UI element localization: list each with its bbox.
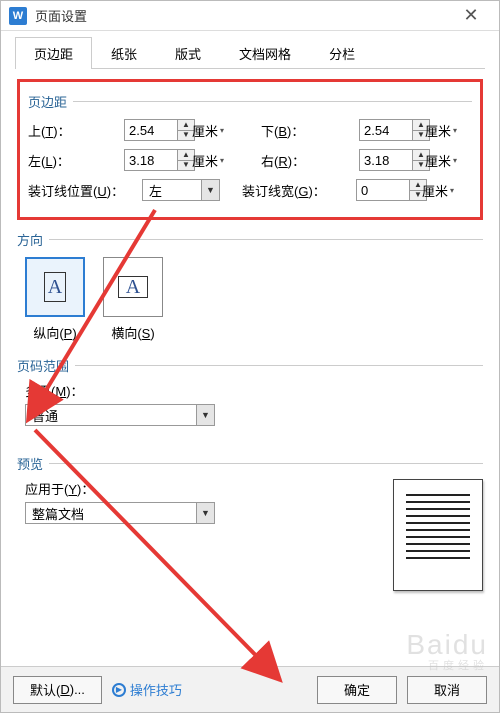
close-button[interactable]: ✕ <box>451 2 491 30</box>
orientation-section: 方向 A 纵向(P) A 横向(S) <box>17 230 483 342</box>
app-icon: W <box>9 7 27 25</box>
default-button[interactable]: 默认(D)... <box>13 676 102 704</box>
preview-group-label: 预览 <box>17 454 483 473</box>
margin-left-unit[interactable]: 厘米▾ <box>192 151 239 170</box>
margin-top-label: 上(T)： <box>28 121 120 140</box>
gutter-pos-label: 装订线位置(U)： <box>28 181 138 200</box>
tab-margins[interactable]: 页边距 <box>15 37 92 69</box>
preview-page-icon <box>393 479 483 591</box>
dialog-title: 页面设置 <box>35 6 451 25</box>
cancel-button[interactable]: 取消 <box>407 676 487 704</box>
landscape-label: 横向(S) <box>111 323 154 342</box>
ok-button[interactable]: 确定 <box>317 676 397 704</box>
margin-right-unit[interactable]: 厘米▾ <box>425 151 472 170</box>
margins-group-highlight: 页边距 上(T)： ▲▼ 厘米▾ 下(B)： ▲▼ 厘米▾ 左(L)： <box>17 79 483 220</box>
tab-grid[interactable]: 文档网格 <box>220 37 310 69</box>
margin-top-input[interactable] <box>124 119 177 141</box>
tips-link[interactable]: ▶ 操作技巧 <box>112 680 182 699</box>
margin-left-label: 左(L)： <box>28 151 120 170</box>
dialog-footer: 默认(D)... ▶ 操作技巧 确定 取消 <box>1 666 499 712</box>
gutter-pos-value: 左 <box>143 181 201 200</box>
play-icon: ▶ <box>112 683 126 697</box>
margin-right-label: 右(R)： <box>261 151 355 170</box>
orientation-landscape[interactable]: A 横向(S) <box>103 257 163 342</box>
margin-left-spinner[interactable]: ▲▼ <box>124 149 200 171</box>
gutter-width-input[interactable] <box>356 179 409 201</box>
margin-right-spinner[interactable]: ▲▼ <box>359 149 435 171</box>
margin-right-input[interactable] <box>359 149 412 171</box>
orientation-portrait[interactable]: A 纵向(P) <box>25 257 85 342</box>
tab-layout[interactable]: 版式 <box>156 37 220 69</box>
margin-left-input[interactable] <box>124 149 177 171</box>
titlebar: W 页面设置 ✕ <box>1 1 499 31</box>
margin-bottom-input[interactable] <box>359 119 412 141</box>
margin-top-spinner[interactable]: ▲▼ <box>124 119 200 141</box>
multi-page-dropdown[interactable]: ▼ <box>196 405 214 425</box>
multi-page-label: 多页(M)： <box>25 381 483 400</box>
margin-bottom-unit[interactable]: 厘米▾ <box>425 121 472 140</box>
tab-columns[interactable]: 分栏 <box>310 37 374 69</box>
tips-label: 操作技巧 <box>130 680 182 699</box>
gutter-width-label: 装订线宽(G)： <box>242 181 352 200</box>
content-area: 页边距 上(T)： ▲▼ 厘米▾ 下(B)： ▲▼ 厘米▾ 左(L)： <box>1 69 499 666</box>
portrait-icon: A <box>25 257 85 317</box>
apply-to-dropdown[interactable]: ▼ <box>196 503 214 523</box>
gutter-width-spinner[interactable]: ▲▼ <box>356 179 432 201</box>
multi-page-combo[interactable]: 普通 ▼ <box>25 404 215 426</box>
gutter-width-unit[interactable]: 厘米▾ <box>422 181 472 200</box>
multi-page-value: 普通 <box>26 406 196 425</box>
landscape-icon: A <box>103 257 163 317</box>
watermark-sub: 百度经验 <box>428 657 488 673</box>
apply-to-value: 整篇文档 <box>26 504 196 523</box>
apply-to-label: 应用于(Y)： <box>25 479 215 498</box>
margin-bottom-label: 下(B)： <box>261 121 355 140</box>
tab-bar: 页边距 纸张 版式 文档网格 分栏 <box>15 37 485 69</box>
margin-bottom-spinner[interactable]: ▲▼ <box>359 119 435 141</box>
gutter-pos-combo[interactable]: 左 ▼ <box>142 179 220 201</box>
margin-top-unit[interactable]: 厘米▾ <box>192 121 239 140</box>
orientation-group-label: 方向 <box>17 230 483 249</box>
page-range-group-label: 页码范围 <box>17 356 483 375</box>
page-range-section: 页码范围 多页(M)： 普通 ▼ <box>17 356 483 426</box>
preview-section: 预览 应用于(Y)： 整篇文档 ▼ <box>17 454 483 591</box>
tab-paper[interactable]: 纸张 <box>92 37 156 69</box>
page-setup-dialog: W 页面设置 ✕ 页边距 纸张 版式 文档网格 分栏 页边距 上(T)： ▲▼ … <box>0 0 500 713</box>
gutter-pos-dropdown[interactable]: ▼ <box>201 180 219 200</box>
margins-group-label: 页边距 <box>28 92 472 111</box>
apply-to-combo[interactable]: 整篇文档 ▼ <box>25 502 215 524</box>
portrait-label: 纵向(P) <box>33 323 76 342</box>
